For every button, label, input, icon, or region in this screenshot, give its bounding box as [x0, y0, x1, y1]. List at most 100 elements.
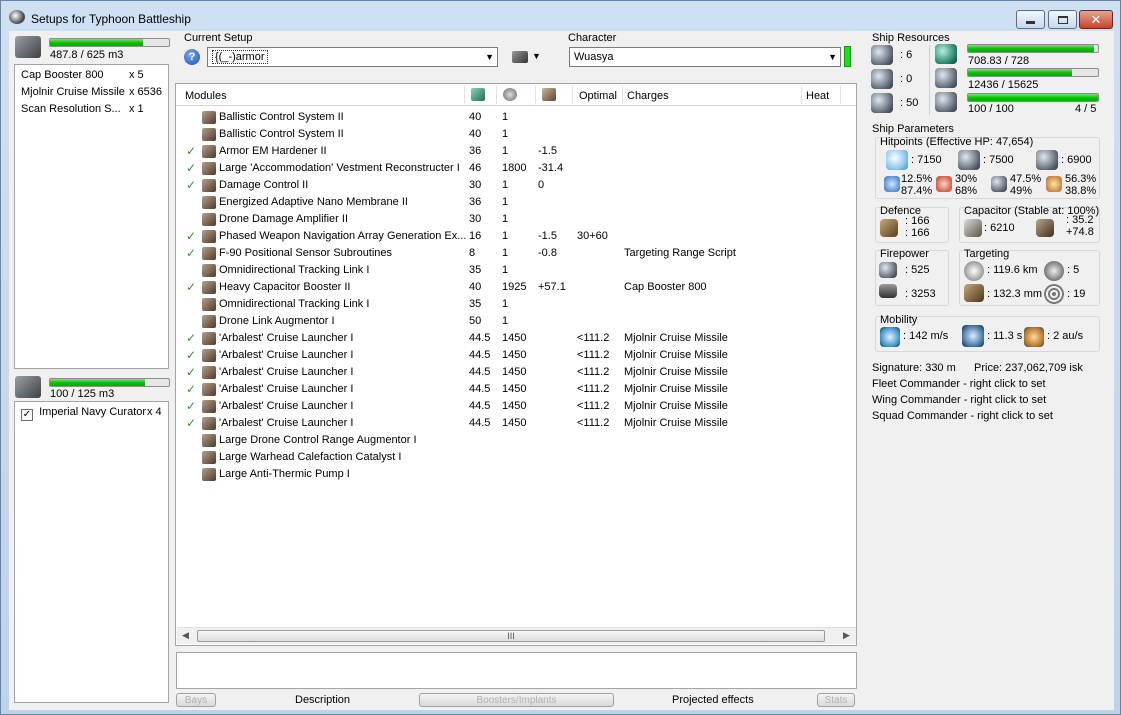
module-row[interactable]: Drone Link Augmentor I 50 1 — [176, 313, 856, 330]
cargo-list[interactable]: Cap Booster 800 x 5 Mjolnir Cruise Missi… — [14, 64, 169, 369]
module-row[interactable]: Ballistic Control System II 40 1 — [176, 126, 856, 143]
tab-stats[interactable]: Stats — [817, 693, 855, 707]
help-icon[interactable]: ? — [184, 49, 200, 65]
drone-item[interactable]: ✓ Imperial Navy Curator x 4 — [21, 404, 162, 421]
module-pg: 1 — [502, 264, 509, 276]
col-optimal[interactable]: Optimal — [579, 88, 617, 104]
tab-description[interactable]: Description — [295, 694, 350, 706]
powergrid-column-icon[interactable] — [503, 88, 517, 101]
module-row[interactable]: Ballistic Control System II 40 1 — [176, 109, 856, 126]
turret-slots-count: : 50 — [900, 97, 919, 109]
repair-icon — [880, 219, 898, 237]
module-row[interactable]: ✓ 'Arbalest' Cruise Launcher I 44.5 1450 <11… — [176, 398, 856, 415]
module-row[interactable]: Drone Damage Amplifier II 30 1 — [176, 211, 856, 228]
cargo-item[interactable]: Cap Booster 800 x 5 — [21, 67, 144, 84]
module-row[interactable]: ✓ Heavy Capacitor Booster II 40 1925 +57.1 Ca… — [176, 279, 856, 296]
module-row[interactable]: ✓ 'Arbalest' Cruise Launcher I 44.5 1450 <11… — [176, 415, 856, 432]
module-icon — [202, 145, 216, 158]
drone-capacity-fill — [50, 379, 146, 386]
module-icon — [202, 366, 216, 379]
tab-boosters-implants[interactable]: Boosters/Implants — [419, 693, 614, 707]
mobility-group: Mobility : 142 m/s : 11.3 s : 2 au/s — [875, 314, 1100, 352]
module-name: Large 'Accommodation' Vestment Reconstru… — [219, 162, 460, 174]
description-box[interactable] — [176, 652, 857, 689]
horizontal-scrollbar[interactable]: ◀ III ▶ — [177, 627, 856, 644]
module-active-check-icon[interactable]: ✓ — [186, 347, 196, 364]
firepower-value-1: : 525 — [905, 264, 930, 276]
cpu-icon — [935, 44, 957, 64]
module-active-check-icon[interactable]: ✓ — [186, 364, 196, 381]
module-name: 'Arbalest' Cruise Launcher I — [219, 366, 354, 378]
module-row[interactable]: ✓ 'Arbalest' Cruise Launcher I 44.5 1450 <11… — [176, 330, 856, 347]
module-active-check-icon[interactable]: ✓ — [186, 177, 196, 194]
module-active-check-icon[interactable]: ✓ — [186, 330, 196, 347]
cargo-item-qty: x 1 — [129, 103, 144, 115]
tab-bays[interactable]: Bays — [176, 693, 216, 707]
module-row[interactable]: ✓ Armor EM Hardener II 36 1 -1.5 — [176, 143, 856, 160]
signature-value: Signature: 330 m — [872, 362, 956, 374]
module-active-check-icon[interactable]: ✓ — [186, 398, 196, 415]
minimize-button[interactable] — [1016, 10, 1045, 29]
module-row[interactable]: Omnidirectional Tracking Link I 35 1 — [176, 296, 856, 313]
module-active-check-icon[interactable]: ✓ — [186, 228, 196, 245]
module-active-check-icon[interactable]: ✓ — [186, 143, 196, 160]
col-charges[interactable]: Charges — [627, 88, 669, 104]
character-dropdown[interactable]: Wuasya ▼ — [569, 47, 841, 67]
turret-dps-icon — [879, 262, 897, 278]
scroll-left-icon[interactable]: ◀ — [182, 630, 189, 641]
armor-hp: : 7500 — [983, 154, 1014, 166]
module-row[interactable]: ✓ F-90 Positional Sensor Subroutines 8 1 -0.… — [176, 245, 856, 262]
module-row[interactable]: Large Warhead Calefaction Catalyst I — [176, 449, 856, 466]
cpu-column-icon[interactable] — [471, 88, 485, 101]
module-active-check-icon[interactable]: ✓ — [186, 245, 196, 262]
squad-commander[interactable]: Squad Commander - right click to set — [872, 410, 1053, 422]
module-pg: 1450 — [502, 366, 527, 378]
module-row[interactable]: Energized Adaptive Nano Membrane II 36 1 — [176, 194, 856, 211]
module-row[interactable]: ✓ Damage Control II 30 1 0 — [176, 177, 856, 194]
module-name: 'Arbalest' Cruise Launcher I — [219, 332, 354, 344]
scrollbar-thumb[interactable]: III — [197, 630, 825, 642]
module-row[interactable]: ✓ 'Arbalest' Cruise Launcher I 44.5 1450 <11… — [176, 381, 856, 398]
sensor-strength-icon — [1044, 284, 1064, 304]
module-pg: 1 — [502, 230, 509, 242]
module-active-check-icon[interactable]: ✓ — [186, 160, 196, 177]
module-row[interactable]: Omnidirectional Tracking Link I 35 1 — [176, 262, 856, 279]
module-row[interactable]: ✓ 'Arbalest' Cruise Launcher I 44.5 1450 <11… — [176, 347, 856, 364]
sensor-strength-value: : 19 — [1067, 288, 1086, 300]
module-active-check-icon[interactable]: ✓ — [186, 415, 196, 432]
powergrid-icon — [935, 68, 957, 88]
module-row[interactable]: Large Anti-Thermic Pump I — [176, 466, 856, 483]
fleet-commander[interactable]: Fleet Commander - right click to set — [872, 378, 1046, 390]
drone-checkbox[interactable]: ✓ — [21, 409, 33, 421]
module-name: 'Arbalest' Cruise Launcher I — [219, 417, 354, 429]
hi-slots-count: : 6 — [900, 49, 913, 61]
module-charge: Mjolnir Cruise Missile — [624, 417, 728, 429]
col-modules[interactable]: Modules — [185, 88, 227, 104]
cargo-item[interactable]: Scan Resolution S... x 1 — [21, 101, 144, 118]
module-active-check-icon[interactable]: ✓ — [186, 381, 196, 398]
module-row[interactable]: Large Drone Control Range Augmentor I — [176, 432, 856, 449]
title-bar[interactable]: Setups for Typhoon Battleship ✕ — [1, 1, 1120, 31]
module-row[interactable]: ✓ 'Arbalest' Cruise Launcher I 44.5 1450 <11… — [176, 364, 856, 381]
tab-projected-effects[interactable]: Projected effects — [672, 694, 754, 706]
align-time-value: : 11.3 s — [987, 330, 1023, 342]
capacitor-column-icon[interactable] — [542, 88, 556, 101]
drone-list[interactable]: ✓ Imperial Navy Curator x 4 — [14, 401, 169, 703]
wing-commander[interactable]: Wing Commander - right click to set — [872, 394, 1046, 406]
scan-resolution-icon — [964, 284, 984, 302]
module-name: 'Arbalest' Cruise Launcher I — [219, 383, 354, 395]
kinetic-resist-a: 47.5% — [1010, 173, 1042, 185]
col-heat[interactable]: Heat — [806, 88, 829, 104]
maximize-button[interactable] — [1048, 10, 1077, 29]
module-name: Damage Control II — [219, 179, 309, 191]
scroll-right-icon[interactable]: ▶ — [843, 630, 850, 641]
cargo-item[interactable]: Mjolnir Cruise Missile x 6536 — [21, 84, 162, 101]
app-window: Setups for Typhoon Battleship ✕ 487.8 / … — [0, 0, 1121, 715]
ship-menu-button[interactable]: ▼ — [509, 48, 545, 68]
setup-dropdown[interactable]: {(_-)armor ▼ — [207, 47, 498, 67]
close-button[interactable]: ✕ — [1079, 10, 1113, 29]
module-row[interactable]: ✓ Large 'Accommodation' Vestment Reconstr… — [176, 160, 856, 177]
module-active-check-icon[interactable]: ✓ — [186, 279, 196, 296]
module-row[interactable]: ✓ Phased Weapon Navigation Array Generati… — [176, 228, 856, 245]
modules-table[interactable]: Modules Optimal Charges Heat Ballistic C… — [175, 83, 857, 646]
